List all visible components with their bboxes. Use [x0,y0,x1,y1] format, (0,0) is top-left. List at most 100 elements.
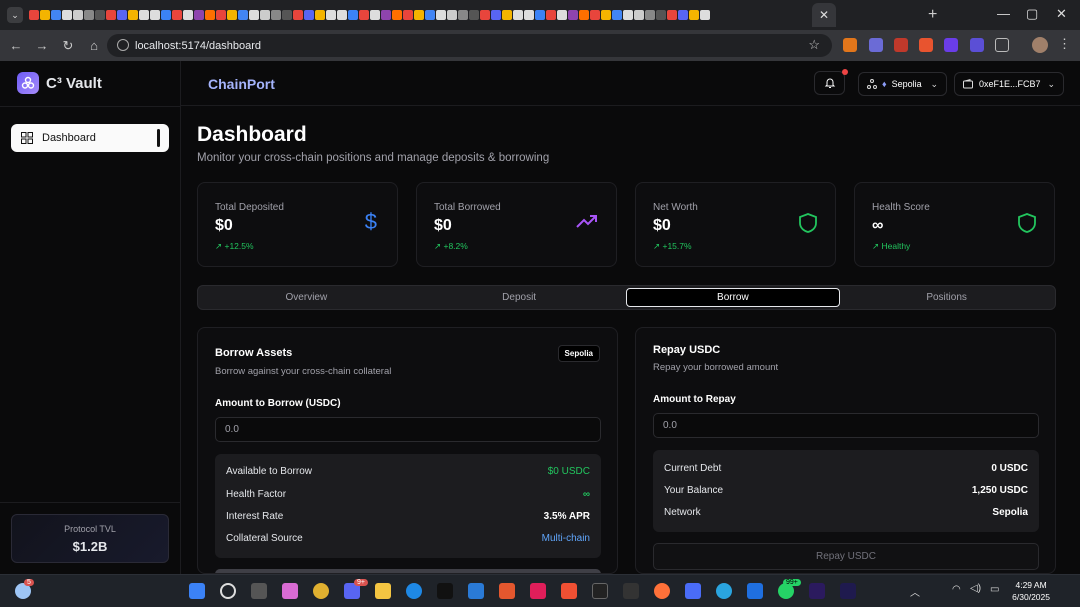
search-icon[interactable] [220,583,236,599]
tab-favicon-icon[interactable] [161,10,171,20]
tab-favicon-icon[interactable] [238,10,248,20]
tab-favicon-icon[interactable] [106,10,116,20]
new-tab-button[interactable]: + [928,6,937,24]
tab-favicon-icon[interactable] [447,10,457,20]
network-selector[interactable]: ♦ Sepolia ⌄ [858,72,947,96]
brand[interactable]: C³ Vault [17,72,102,94]
tab-search-button[interactable]: ⌄ [7,7,23,23]
tab-favicon-icon[interactable] [128,10,138,20]
tab-borrow[interactable]: Borrow [625,288,841,307]
tab-favicon-icon[interactable] [381,10,391,20]
app-icon[interactable] [654,583,670,599]
tab-favicon-icon[interactable] [326,10,336,20]
wallet-button[interactable]: 0xeF1E...FCB7 ⌄ [954,72,1064,96]
tab-favicon-icon[interactable] [51,10,61,20]
tab-favicon-icon[interactable] [150,10,160,20]
vscode-icon[interactable] [468,583,484,599]
tab-favicon-icon[interactable] [172,10,182,20]
tab-favicon-icon[interactable] [370,10,380,20]
tab-favicon-icon[interactable] [282,10,292,20]
tab-favicon-icon[interactable] [557,10,567,20]
sidebar-item-dashboard[interactable]: Dashboard [11,124,169,152]
maximize-icon[interactable]: ▢ [1026,6,1038,22]
tab-favicon-icon[interactable] [183,10,193,20]
tab-favicon-icon[interactable] [645,10,655,20]
tab-favicon-icon[interactable] [337,10,347,20]
tab-favicon-icon[interactable] [62,10,72,20]
extension-icon[interactable] [894,38,908,52]
tab-favicon-icon[interactable] [216,10,226,20]
repay-usdc-button[interactable]: Repay USDC [653,543,1039,570]
terminal-icon[interactable] [623,583,639,599]
tab-favicon-icon[interactable] [414,10,424,20]
repay-amount-input[interactable]: 0.0 [653,413,1039,438]
tab-favicon-icon[interactable] [194,10,204,20]
tab-favicon-icon[interactable] [40,10,50,20]
tab-favicon-icon[interactable] [73,10,83,20]
back-icon[interactable]: ← [3,38,29,53]
tab-favicon-icon[interactable] [623,10,633,20]
tab-favicon-icon[interactable] [348,10,358,20]
tab-favicon-icon[interactable] [568,10,578,20]
tab-favicon-icon[interactable] [634,10,644,20]
tab-favicon-icon[interactable] [260,10,270,20]
chrome-icon[interactable] [313,583,329,599]
tab-favicon-icon[interactable] [117,10,127,20]
task-view-icon[interactable] [251,583,267,599]
extension-icon[interactable] [919,38,933,52]
battery-icon[interactable]: ▭ [990,584,999,595]
bookmark-star-icon[interactable]: ☆ [808,37,820,53]
after-effects-icon[interactable] [840,583,856,599]
tab-favicon-icon[interactable] [469,10,479,20]
minimize-icon[interactable]: — [997,6,1010,21]
tab-favicon-icon[interactable] [425,10,435,20]
start-icon[interactable] [189,583,205,599]
premiere-icon[interactable] [809,583,825,599]
tab-favicon-icon[interactable] [403,10,413,20]
tab-favicon-icon[interactable] [667,10,677,20]
tab-favicon-icon[interactable] [249,10,259,20]
forward-icon[interactable]: → [29,38,55,53]
tab-favicon-icon[interactable] [392,10,402,20]
tab-favicon-icon[interactable] [612,10,622,20]
tab-favicon-icon[interactable] [359,10,369,20]
browser-menu-icon[interactable]: ⋮ [1058,36,1071,52]
address-bar[interactable]: localhost:5174/dashboard ☆ [107,34,832,57]
tab-favicon-icon[interactable] [205,10,215,20]
site-info-icon[interactable] [117,39,129,51]
active-tab-close-button[interactable]: ✕ [812,3,836,27]
profile-avatar[interactable] [1032,37,1048,53]
app-icon[interactable] [406,583,422,599]
tab-favicon-icon[interactable] [227,10,237,20]
git-icon[interactable] [561,583,577,599]
app-icon[interactable] [437,583,453,599]
tab-favicon-icon[interactable] [84,10,94,20]
extension-icon[interactable] [869,38,883,52]
system-clock[interactable]: 4:29 AM 6/30/2025 [1012,579,1050,603]
tab-favicon-icon[interactable] [678,10,688,20]
tab-favicon-icon[interactable] [513,10,523,20]
tab-favicon-icon[interactable] [535,10,545,20]
app-icon[interactable] [685,583,701,599]
tab-favicon-icon[interactable] [271,10,281,20]
borrow-amount-input[interactable]: 0.0 [215,417,601,442]
tab-favicon-icon[interactable] [29,10,39,20]
tab-overview[interactable]: Overview [200,288,413,307]
tab-favicon-icon[interactable] [315,10,325,20]
tab-favicon-icon[interactable] [601,10,611,20]
tab-favicon-icon[interactable] [689,10,699,20]
tab-deposit[interactable]: Deposit [413,288,626,307]
extensions-puzzle-icon[interactable] [995,38,1009,52]
tab-favicon-icon[interactable] [546,10,556,20]
tab-favicon-icon[interactable] [700,10,710,20]
tab-favicon-icon[interactable] [491,10,501,20]
slack-icon[interactable] [530,583,546,599]
file-explorer-icon[interactable] [375,583,391,599]
tab-favicon-icon[interactable] [293,10,303,20]
tab-positions[interactable]: Positions [840,288,1053,307]
copilot-icon[interactable] [282,583,298,599]
extension-icon[interactable] [970,38,984,52]
reload-icon[interactable]: ↻ [55,38,81,54]
tab-favicon-icon[interactable] [458,10,468,20]
chevron-up-icon[interactable]: ︿ [910,584,920,599]
